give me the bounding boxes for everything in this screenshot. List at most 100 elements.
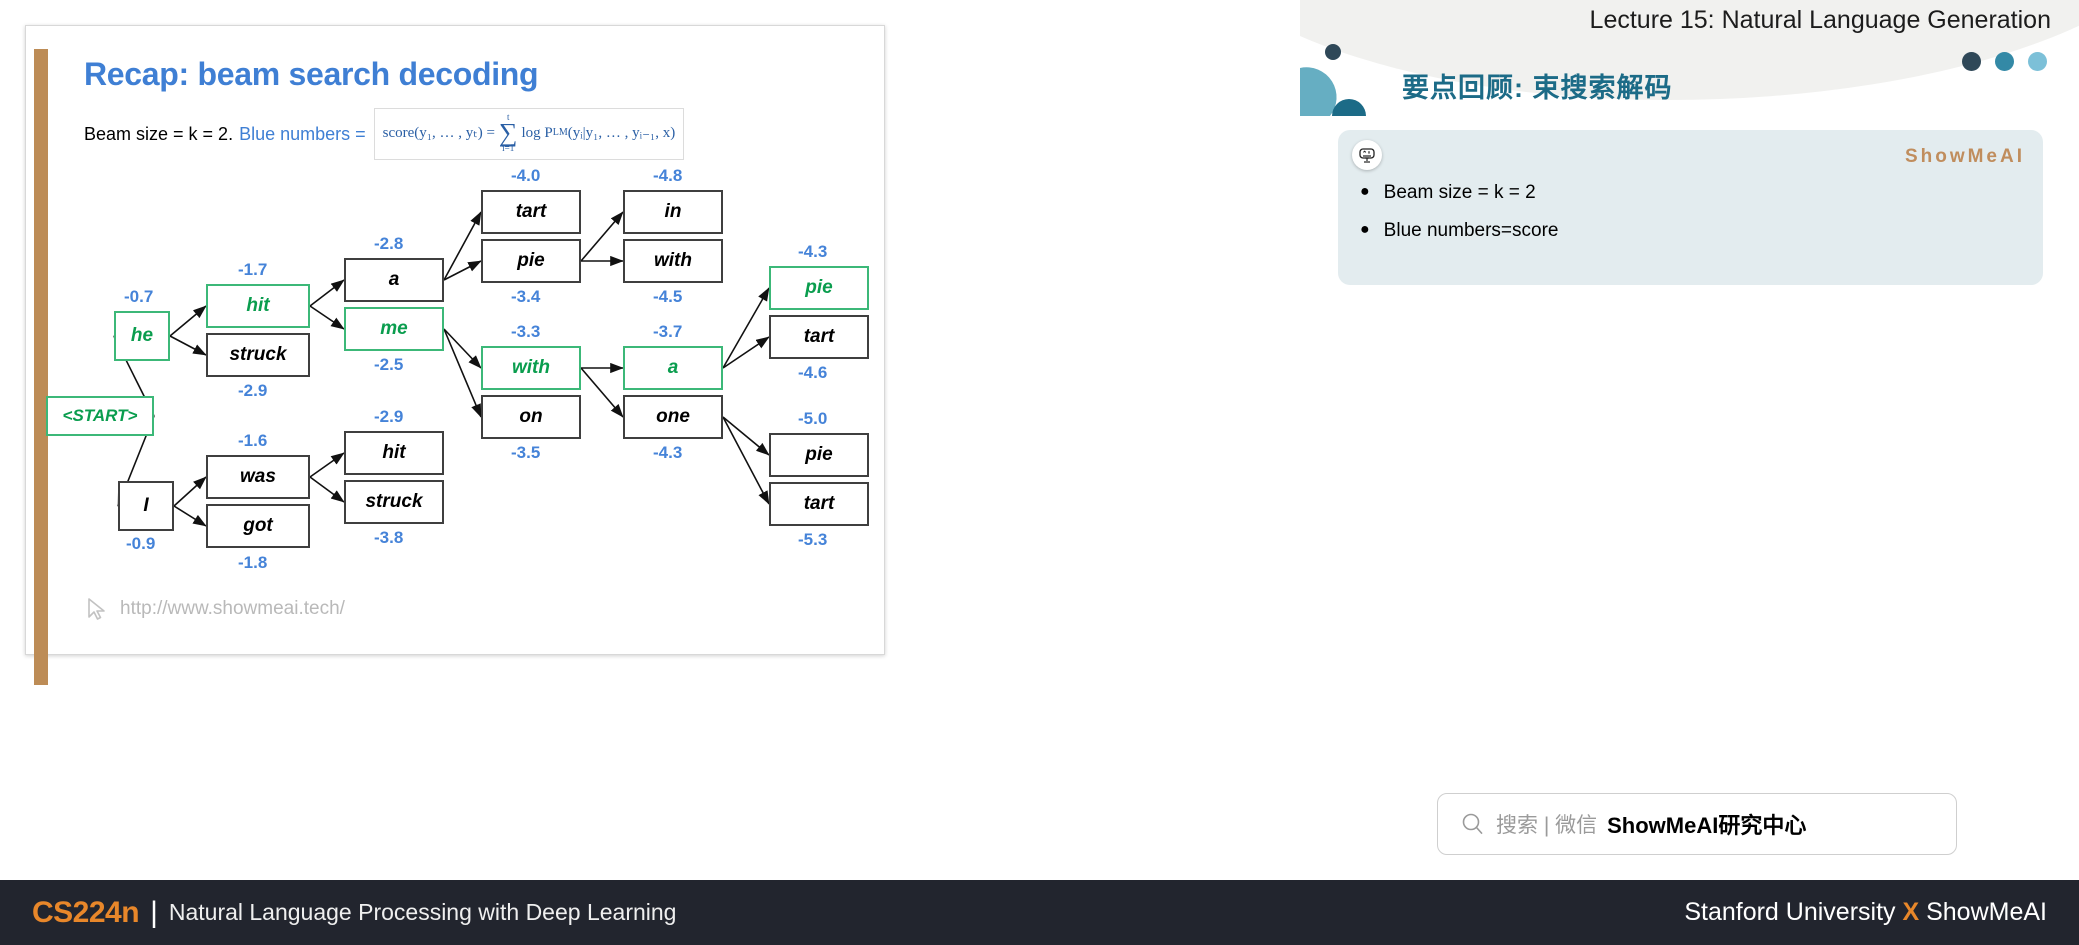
tree-score-i: -0.9 <box>126 534 156 553</box>
tree-edge-i-to-got <box>173 505 207 527</box>
robot-face-glyph <box>1359 148 1375 163</box>
search-bar[interactable]: 搜索 | 微信 ShowMeAI研究中心 <box>1437 793 1957 855</box>
cursor-icon <box>88 598 105 620</box>
tree-node-label: hit <box>382 442 406 463</box>
tree-node-i: I <box>118 481 174 531</box>
dot-3-icon <box>2028 52 2047 71</box>
dot-2-icon <box>1995 52 2014 71</box>
affiliation-x: X <box>1902 898 1920 926</box>
tree-edge-he-to-hit <box>169 305 207 337</box>
bullet-list: ● Beam size = k = 2 ● Blue numbers=score <box>1360 182 1558 258</box>
tree-node-he: he <box>114 311 170 361</box>
tree-score-got: -1.8 <box>238 553 268 572</box>
tree-node-hit: hit <box>206 284 310 328</box>
tree-node-label: with <box>654 250 692 271</box>
section-title: 要点回顾: 束搜索解码 <box>1402 73 1673 103</box>
tree-score-pie2: -4.3 <box>798 242 828 261</box>
card-brand-label: ShowMeAI <box>1904 146 2025 167</box>
footer-bar: CS224n | Natural Language Processing wit… <box>0 880 2079 945</box>
tree-node-label: hit <box>246 295 270 316</box>
tree-node-in: in <box>623 190 723 234</box>
slide-stage: Recap: beam search decoding Beam size = … <box>0 0 1300 880</box>
course-code: CS224n <box>32 895 140 929</box>
tree-node-me: me <box>344 307 444 351</box>
tree-edge-one-to-tart3 <box>722 416 770 505</box>
bullet-dot-icon: ● <box>1360 221 1370 238</box>
tree-node-pie3: pie <box>769 433 869 477</box>
tree-node-on: on <box>481 395 581 439</box>
tree-score-hit: -1.7 <box>238 260 268 279</box>
tree-score-tart3: -5.3 <box>798 530 828 549</box>
tree-node-label: with <box>512 357 550 378</box>
tree-node-a1: a <box>344 258 444 302</box>
tree-node-label: me <box>380 318 408 339</box>
course-name: Natural Language Processing with Deep Le… <box>168 899 677 925</box>
tree-node-pie1: pie <box>481 239 581 283</box>
tree-edge-with1-to-one <box>580 367 624 418</box>
tree-edge-he-to-struck <box>169 335 207 356</box>
tree-edge-i-to-was <box>173 476 207 507</box>
tree-edge-me-to-with1 <box>443 328 482 369</box>
bullet-dot-icon: ● <box>1360 183 1370 200</box>
list-item: ● Beam size = k = 2 <box>1360 182 1558 204</box>
tree-node-label: on <box>519 406 543 427</box>
tree-node-label: got <box>243 515 273 536</box>
tree-node-got: got <box>206 504 310 548</box>
slide-card: Recap: beam search decoding Beam size = … <box>25 25 886 685</box>
tree-node-label: pie <box>517 250 545 271</box>
tree-node-a2: a <box>623 346 723 390</box>
tree-edge-me-to-on <box>443 328 482 418</box>
tree-score-hit2: -2.9 <box>374 407 404 426</box>
tree-node-tart3: tart <box>769 482 869 526</box>
tree-node-label: struck <box>365 491 423 512</box>
tree-node-label: tart <box>803 493 835 514</box>
tree-score-in: -4.8 <box>653 166 683 185</box>
tree-score-one: -4.3 <box>653 443 683 462</box>
tree-score-on: -3.5 <box>511 443 541 462</box>
tree-node-label: I <box>143 495 149 516</box>
tree-edge-hit-to-a1 <box>309 279 345 307</box>
tree-score-pie3: -5.0 <box>798 409 828 428</box>
tree-edge-a2-to-pie2 <box>722 287 770 369</box>
watermark: http://www.showmeai.tech/ <box>84 596 345 622</box>
tree-node-one: one <box>623 395 723 439</box>
search-icon <box>1462 813 1483 835</box>
watermark-url: http://www.showmeai.tech/ <box>120 598 345 619</box>
tree-node-with2: with <box>623 239 723 283</box>
beam-search-tree: <START> he Ihit struck was got a me hit struck tar… <box>26 26 886 656</box>
tree-score-pie1: -3.4 <box>511 287 541 306</box>
tree-score-with1: -3.3 <box>511 322 541 341</box>
tree-score-tart2: -4.6 <box>798 363 828 382</box>
tree-node-label: in <box>664 201 682 222</box>
bullet-text: Beam size = k = 2 <box>1383 182 1536 203</box>
tree-node-start: <START> <box>46 396 154 436</box>
tree-node-was: was <box>206 455 310 499</box>
tree-node-label: a <box>667 357 679 378</box>
tree-score-struck2: -3.8 <box>374 528 404 547</box>
bullet-text: Blue numbers=score <box>1383 220 1559 241</box>
tree-node-hit2: hit <box>344 431 444 475</box>
tree-node-label: <START> <box>62 406 138 425</box>
tree-node-label: tart <box>515 201 547 222</box>
tree-node-with1: with <box>481 346 581 390</box>
tree-node-label: struck <box>229 344 287 365</box>
tree-node-struck: struck <box>206 333 310 377</box>
tree-score-me: -2.5 <box>374 355 404 374</box>
tree-edge-pie1-to-in <box>580 211 624 262</box>
tree-node-pie2: pie <box>769 266 869 310</box>
tree-score-struck: -2.9 <box>238 381 268 400</box>
tree-score-tart1: -4.0 <box>511 166 541 185</box>
right-panel: Lecture 15: Natural Language Generation … <box>1300 0 2079 880</box>
tree-node-label: a <box>388 269 400 290</box>
list-item: ● Blue numbers=score <box>1360 220 1558 242</box>
search-brand-text: ShowMeAI研究中心 <box>1607 813 1807 838</box>
tree-edge-a2-to-tart2 <box>722 336 770 369</box>
tree-score-he: -0.7 <box>124 287 154 306</box>
search-placeholder: 搜索 | 微信 <box>1496 814 1598 837</box>
tree-node-label: was <box>240 466 276 487</box>
tree-edge-hit-to-me <box>309 305 345 330</box>
tree-node-struck2: struck <box>344 480 444 524</box>
summary-card: ShowMeAI ● Beam size = k = 2 ● Blue numb… <box>1338 130 2043 285</box>
tree-score-a2: -3.7 <box>653 322 683 341</box>
footer-affiliation: Stanford University X ShowMeAI <box>1684 898 2047 927</box>
